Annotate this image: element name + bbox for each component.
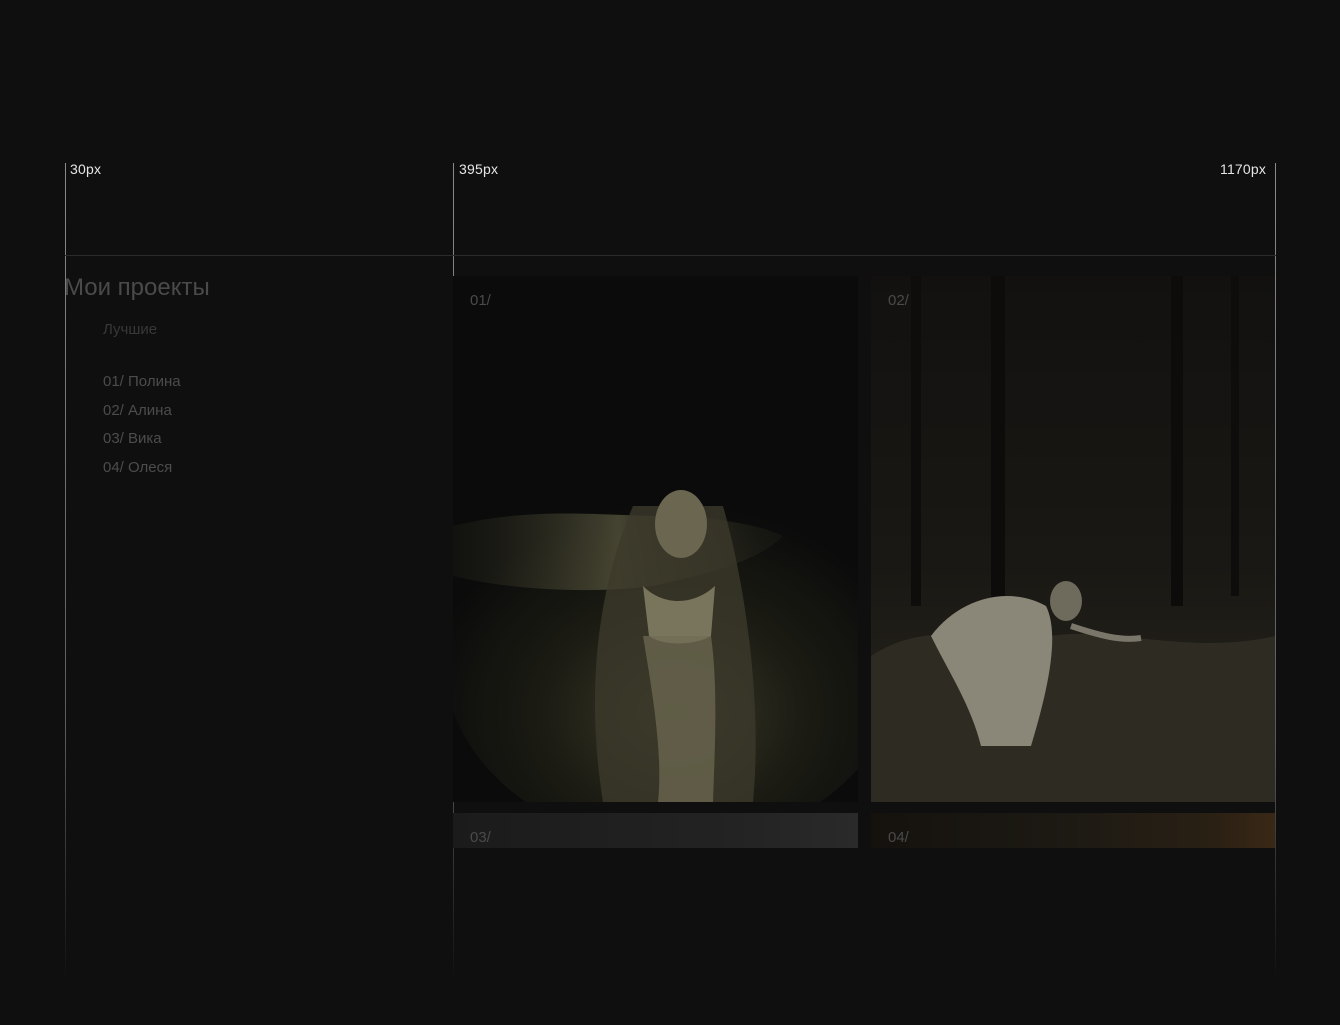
- project-link-vika[interactable]: 03/ Вика: [103, 429, 181, 458]
- page-title: Мои проекты: [64, 274, 210, 301]
- filter-best-link[interactable]: Лучшие: [103, 321, 157, 338]
- project-card-01[interactable]: 01/: [453, 276, 858, 802]
- card-number: 01/: [470, 292, 491, 309]
- guide-line-right: [1275, 163, 1276, 983]
- project-link-alina[interactable]: 02/ Алина: [103, 401, 181, 430]
- page-canvas: 30px 395px 1170px Мои проекты Лучшие 01/…: [0, 0, 1340, 1025]
- card-number: 03/: [470, 829, 491, 846]
- project-list: 01/ Полина 02/ Алина 03/ Вика 04/ Олеся: [103, 372, 181, 487]
- project-card-04[interactable]: 04/: [871, 813, 1275, 848]
- card-photo-woman-long-hair: [453, 276, 858, 802]
- guide-label-left: 30px: [70, 161, 102, 177]
- card-number: 02/: [888, 292, 909, 309]
- card-number: 04/: [888, 829, 909, 846]
- project-card-02[interactable]: 02/: [871, 276, 1275, 802]
- project-card-03[interactable]: 03/: [453, 813, 858, 848]
- card-photo-woman-forest: [871, 276, 1275, 802]
- header-divider: [65, 255, 1276, 256]
- project-link-olesya[interactable]: 04/ Олеся: [103, 458, 181, 487]
- project-link-polina[interactable]: 01/ Полина: [103, 372, 181, 401]
- guide-label-right: 1170px: [1220, 161, 1267, 177]
- guide-label-middle: 395px: [459, 161, 499, 177]
